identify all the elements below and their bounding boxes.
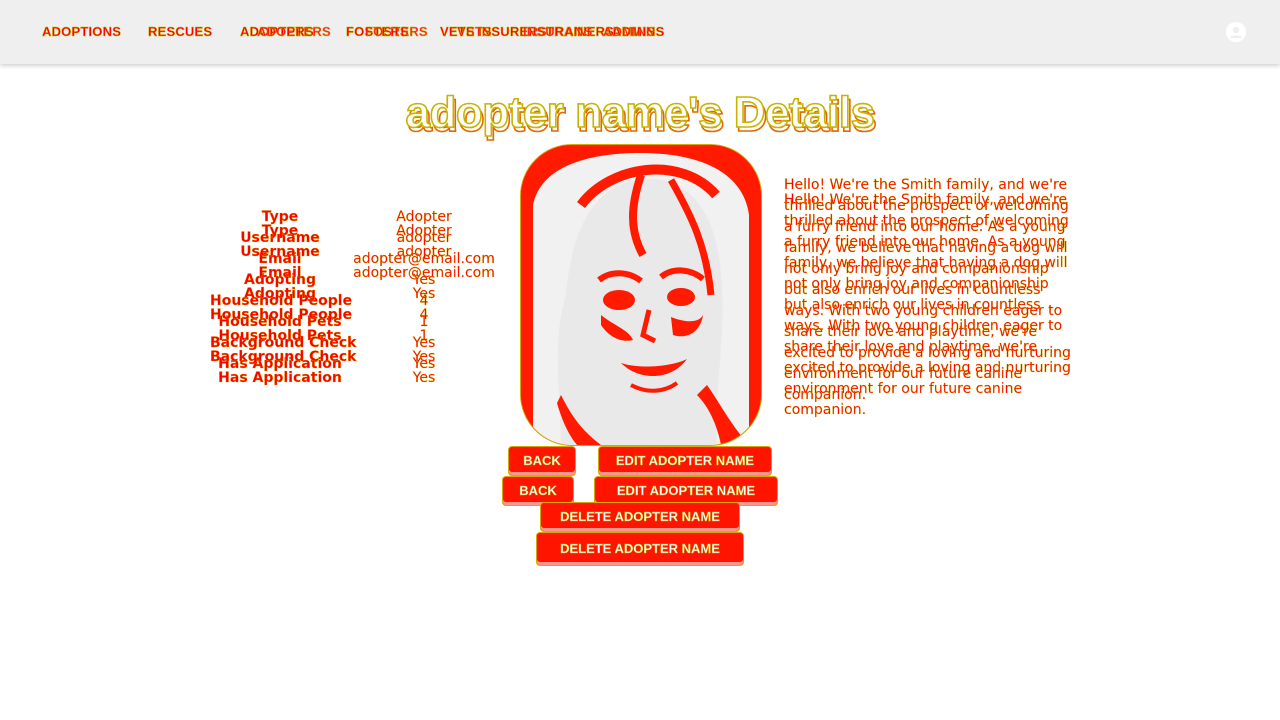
detail-label: Adopting <box>244 286 316 302</box>
detail-label: Username <box>240 244 320 260</box>
edit-adopter-button[interactable]: EDIT ADOPTER NAME <box>598 446 772 476</box>
detail-value: adopter <box>396 244 452 260</box>
top-navbar: ADOPTIONS RESCUES ADOPTERS FOSTERS VETS … <box>0 0 1280 64</box>
detail-row-ghost: Type Adopter <box>0 223 600 239</box>
detail-value: Adopter <box>396 223 452 239</box>
detail-value: 4 <box>419 307 429 323</box>
nav-ghost-admins: ADMINS <box>603 24 656 39</box>
detail-row-ghost: Adopting Yes <box>0 286 600 302</box>
detail-value: adopter@email.com <box>353 265 495 281</box>
nav-ghost-fosters: FOSTERS <box>365 24 428 39</box>
profile-photo-icon <box>521 145 761 445</box>
adopter-bio-ghost: Hello! We're the Smith family, and we're… <box>784 192 1071 418</box>
delete-adopter-button[interactable]: DELETE ADOPTER NAME <box>540 502 740 532</box>
adopter-photo <box>520 144 762 446</box>
nav-ghost-adopters: ADOPTERS <box>257 24 331 39</box>
detail-row-ghost: Email adopter@email.com <box>0 265 600 281</box>
detail-row-ghost: Username adopter <box>0 244 600 260</box>
nav-brand-adoptions[interactable]: ADOPTIONS <box>42 24 121 39</box>
detail-label: Email <box>258 265 302 281</box>
detail-label: Household People <box>210 307 353 323</box>
nav-ghost-insurans: INSURANS <box>523 24 593 39</box>
back-button[interactable]: BACK <box>508 446 576 476</box>
delete-adopter-button-ghost[interactable]: DELETE ADOPTER NAME <box>536 532 744 566</box>
nav-link-rescues[interactable]: RESCUES <box>148 24 212 39</box>
detail-row-ghost: Household Pets 1 <box>0 328 600 344</box>
detail-label: Has Application <box>218 370 342 386</box>
account-circle-icon[interactable] <box>1226 22 1246 42</box>
nav-ghost-vets: VETS <box>457 24 492 39</box>
detail-label: Household Pets <box>218 328 342 344</box>
detail-row-ghost: Household People 4 <box>0 307 600 323</box>
detail-value: Yes <box>412 370 436 386</box>
detail-row-ghost: Has Application Yes <box>0 370 600 386</box>
detail-label: Background Check <box>210 349 357 365</box>
detail-value: Yes <box>412 286 436 302</box>
detail-value: Yes <box>412 349 436 365</box>
detail-label: Type <box>261 223 299 239</box>
detail-value: 1 <box>419 328 429 344</box>
page-title: adopter name's Details <box>405 87 876 138</box>
detail-row-ghost: Background Check Yes <box>0 349 600 365</box>
